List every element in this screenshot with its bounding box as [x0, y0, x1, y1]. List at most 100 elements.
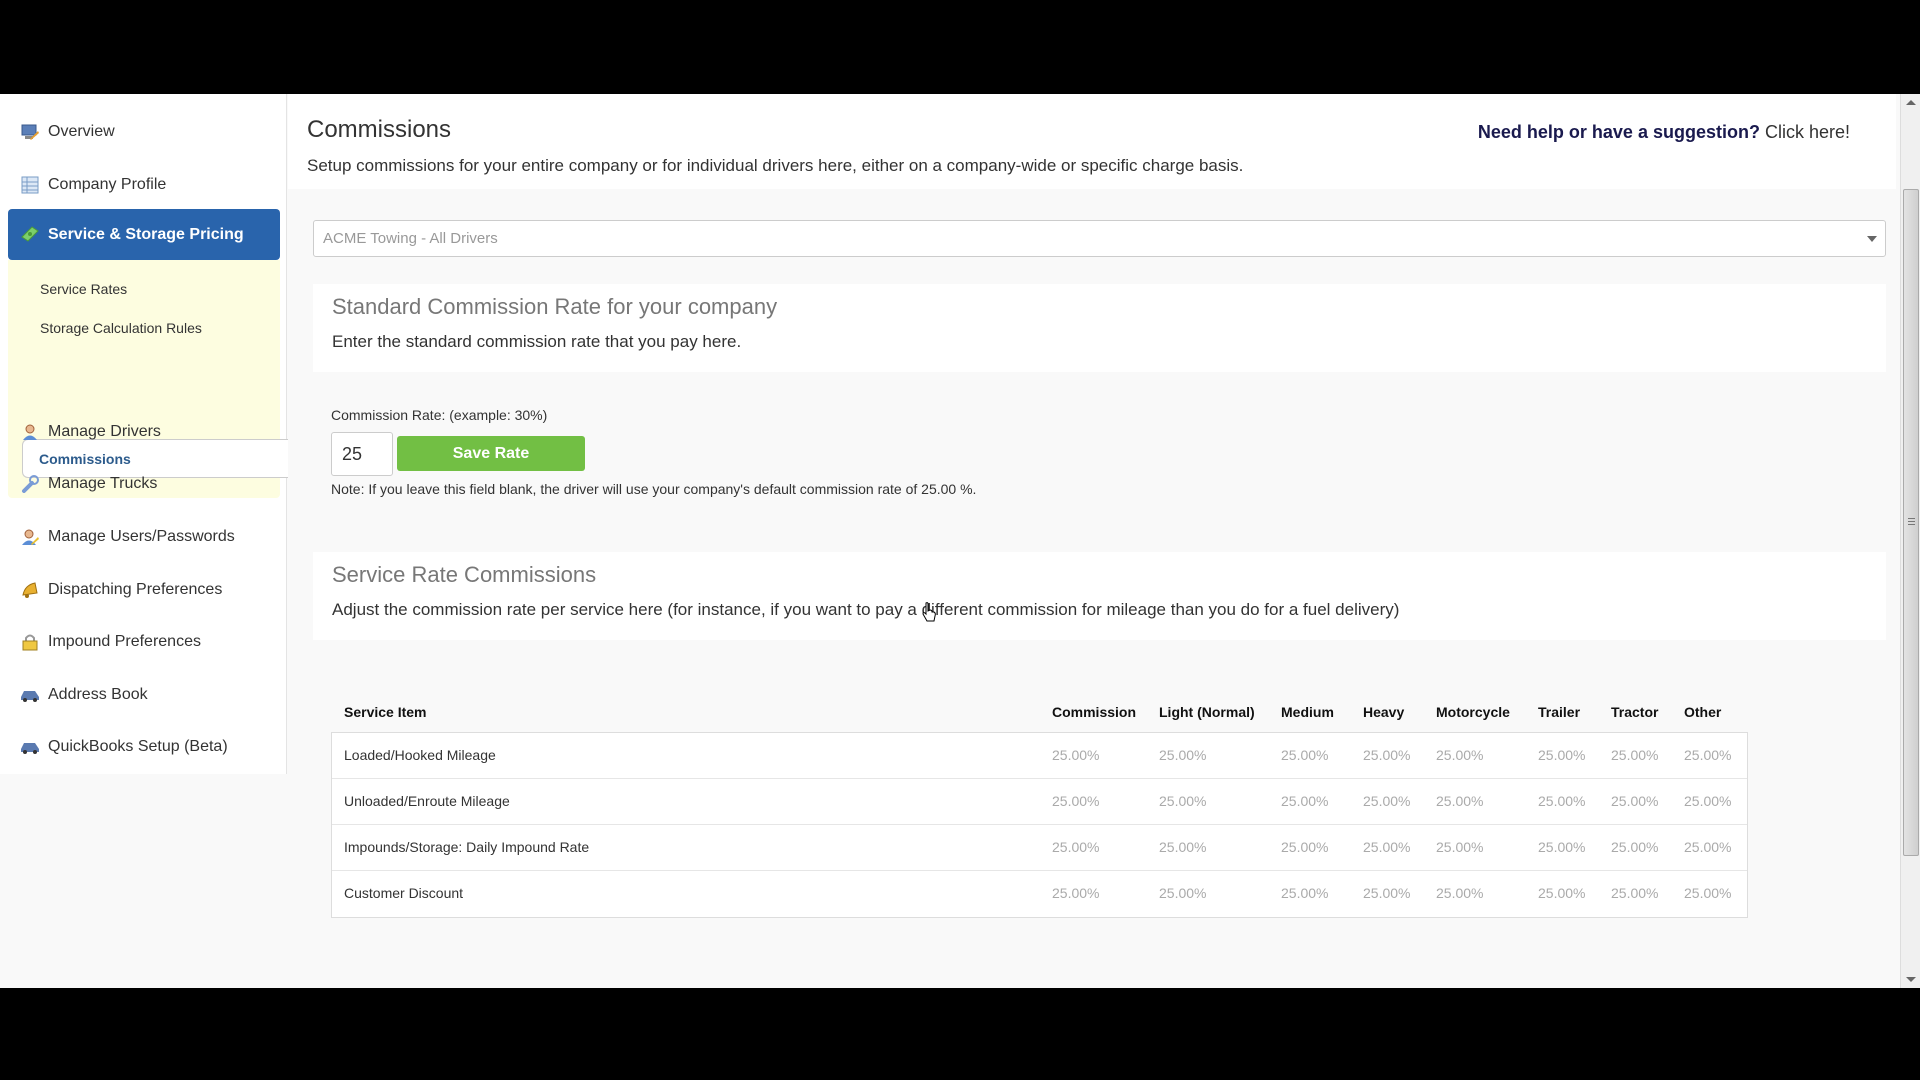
help-link[interactable]: Need help or have a suggestion? Click he…	[1478, 122, 1850, 143]
rate-cell[interactable]: 25.00%	[1538, 747, 1585, 763]
help-click-here[interactable]: Click here!	[1765, 122, 1850, 142]
car-icon	[20, 685, 40, 705]
rate-cell[interactable]: 25.00%	[1159, 747, 1206, 763]
rate-cell[interactable]: 25.00%	[1281, 885, 1328, 901]
service-rate-panel: Service Rate Commissions Adjust the comm…	[313, 552, 1886, 640]
monitor-pencil-icon	[20, 122, 40, 142]
sidebar-item-dispatching-preferences[interactable]: Dispatching Preferences	[0, 570, 287, 610]
user-edit-icon	[20, 527, 40, 547]
table-row[interactable]: Impounds/Storage: Daily Impound Rate 25.0…	[332, 825, 1747, 871]
standard-rate-desc: Enter the standard commission rate that …	[332, 332, 742, 351]
rate-cell[interactable]: 25.00%	[1436, 839, 1483, 855]
commission-rate-note: Note: If you leave this field blank, the…	[331, 481, 977, 497]
sidebar-item-company-profile[interactable]: Company Profile	[0, 165, 287, 205]
page-header: Commissions Setup commissions for your e…	[288, 94, 1896, 189]
sidebar-item-manage-drivers[interactable]: Manage Drivers	[0, 412, 287, 452]
sidebar-item-address-book[interactable]: Address Book	[0, 675, 287, 715]
car-icon	[20, 737, 40, 757]
rate-cell[interactable]: 25.00%	[1159, 839, 1206, 855]
sidebar-item-label: Company Profile	[48, 176, 167, 193]
grip-icon	[1908, 518, 1915, 525]
service-item-cell: Customer Discount	[344, 885, 464, 901]
rate-cell[interactable]: 25.00%	[1052, 839, 1099, 855]
rate-cell[interactable]: 25.00%	[1436, 885, 1483, 901]
rate-cell[interactable]: 25.00%	[1436, 747, 1483, 763]
service-item-cell: Impounds/Storage: Daily Impound Rate	[344, 839, 590, 855]
sidebar-item-label: Address Book	[48, 686, 148, 703]
sidebar: Overview Company Profile Service & Stora…	[0, 94, 288, 774]
rate-cell[interactable]: 25.00%	[1159, 793, 1206, 809]
commission-rate-input[interactable]	[331, 432, 393, 476]
table-row[interactable]: Unloaded/Enroute Mileage 25.00% 25.00% 25.0…	[332, 779, 1747, 825]
page-subtitle: Setup commissions for your entire compan…	[307, 156, 1244, 175]
table-row[interactable]: Loaded/Hooked Mileage 25.00% 25.00% 25.00% 2…	[332, 733, 1747, 779]
rate-cell[interactable]: 25.00%	[1363, 747, 1410, 763]
rate-cell[interactable]: 25.00%	[1363, 793, 1410, 809]
sidebar-item-service-storage-pricing[interactable]: Service & Storage Pricing	[8, 209, 280, 260]
sidebar-item-label: Dispatching Preferences	[48, 581, 223, 598]
subnav-item-storage-calculation-rules[interactable]: Storage Calculation Rules	[40, 320, 202, 336]
bell-icon	[20, 580, 40, 600]
rate-cell[interactable]: 25.00%	[1281, 747, 1328, 763]
rate-cell[interactable]: 25.00%	[1611, 793, 1658, 809]
rate-cell[interactable]: 25.00%	[1538, 793, 1585, 809]
sidebar-item-manage-trucks[interactable]: Manage Trucks	[0, 464, 287, 504]
column-header: Medium	[1281, 704, 1334, 720]
rate-cell[interactable]: 25.00%	[1052, 885, 1099, 901]
rate-cell[interactable]: 25.00%	[1684, 885, 1731, 901]
column-header: Service Item	[344, 704, 427, 720]
rate-cell[interactable]: 25.00%	[1052, 793, 1099, 809]
service-rate-table: Loaded/Hooked Mileage 25.00% 25.00% 25.00% 2…	[331, 732, 1748, 918]
scroll-up-arrow-icon[interactable]	[1906, 100, 1916, 105]
rate-cell[interactable]: 25.00%	[1684, 747, 1731, 763]
rate-cell[interactable]: 25.00%	[1611, 885, 1658, 901]
standard-rate-panel: Standard Commission Rate for your compan…	[313, 284, 1886, 372]
user-icon	[20, 422, 40, 442]
column-header: Tractor	[1611, 704, 1659, 720]
column-header: Commission	[1052, 704, 1137, 720]
rate-cell[interactable]: 25.00%	[1363, 885, 1410, 901]
subnav-item-service-rates[interactable]: Service Rates	[40, 281, 127, 297]
money-icon	[20, 225, 40, 245]
sidebar-item-label: Manage Trucks	[48, 475, 158, 492]
sidebar-item-label: Service & Storage Pricing	[48, 225, 244, 243]
sidebar-item-label: Manage Users/Passwords	[48, 528, 235, 545]
table-row[interactable]: Customer Discount 25.00% 25.00% 25.00% 25.00…	[332, 871, 1747, 917]
scroll-down-arrow-icon[interactable]	[1906, 977, 1916, 982]
column-header: Trailer	[1538, 704, 1581, 720]
rate-cell[interactable]: 25.00%	[1538, 839, 1585, 855]
service-rate-title: Service Rate Commissions	[332, 562, 597, 587]
rate-cell[interactable]: 25.00%	[1052, 747, 1099, 763]
sidebar-item-overview[interactable]: Overview	[0, 112, 287, 152]
rate-cell[interactable]: 25.00%	[1436, 793, 1483, 809]
save-rate-button[interactable]: Save Rate	[397, 436, 585, 471]
rate-cell[interactable]: 25.00%	[1281, 839, 1328, 855]
column-header: Heavy	[1363, 704, 1405, 720]
service-item-cell: Unloaded/Enroute Mileage	[344, 793, 510, 809]
table-header: Service Item Commission Light (Normal) M…	[331, 694, 1748, 734]
rate-cell[interactable]: 25.00%	[1684, 839, 1731, 855]
sidebar-item-manage-users-passwords[interactable]: Manage Users/Passwords	[0, 517, 287, 557]
rate-cell[interactable]: 25.00%	[1281, 793, 1328, 809]
sidebar-item-quickbooks-setup[interactable]: QuickBooks Setup (Beta)	[0, 727, 287, 767]
rate-cell[interactable]: 25.00%	[1363, 839, 1410, 855]
rate-cell[interactable]: 25.00%	[1611, 839, 1658, 855]
rate-cell[interactable]: 25.00%	[1159, 885, 1206, 901]
spreadsheet-icon	[20, 175, 40, 195]
sidebar-item-label: QuickBooks Setup (Beta)	[48, 738, 228, 755]
wrench-icon	[20, 474, 40, 494]
rate-cell[interactable]: 25.00%	[1611, 747, 1658, 763]
sidebar-item-impound-preferences[interactable]: Impound Preferences	[0, 622, 287, 662]
column-header: Motorcycle	[1436, 704, 1510, 720]
rate-cell[interactable]: 25.00%	[1538, 885, 1585, 901]
chevron-down-icon	[1867, 236, 1877, 242]
hand-cursor-icon	[922, 602, 936, 622]
help-text: Need help or have a suggestion?	[1477, 122, 1760, 142]
column-header: Light (Normal)	[1159, 704, 1255, 720]
driver-select[interactable]: ACME Towing - All Drivers	[313, 220, 1886, 257]
scrollbar-thumb[interactable]	[1903, 189, 1919, 856]
browser-viewport: Overview Company Profile Service & Stora…	[0, 94, 1920, 988]
vertical-scrollbar[interactable]	[1900, 94, 1920, 988]
rate-cell[interactable]: 25.00%	[1684, 793, 1731, 809]
service-rate-desc: Adjust the commission rate per service h…	[332, 600, 1400, 619]
